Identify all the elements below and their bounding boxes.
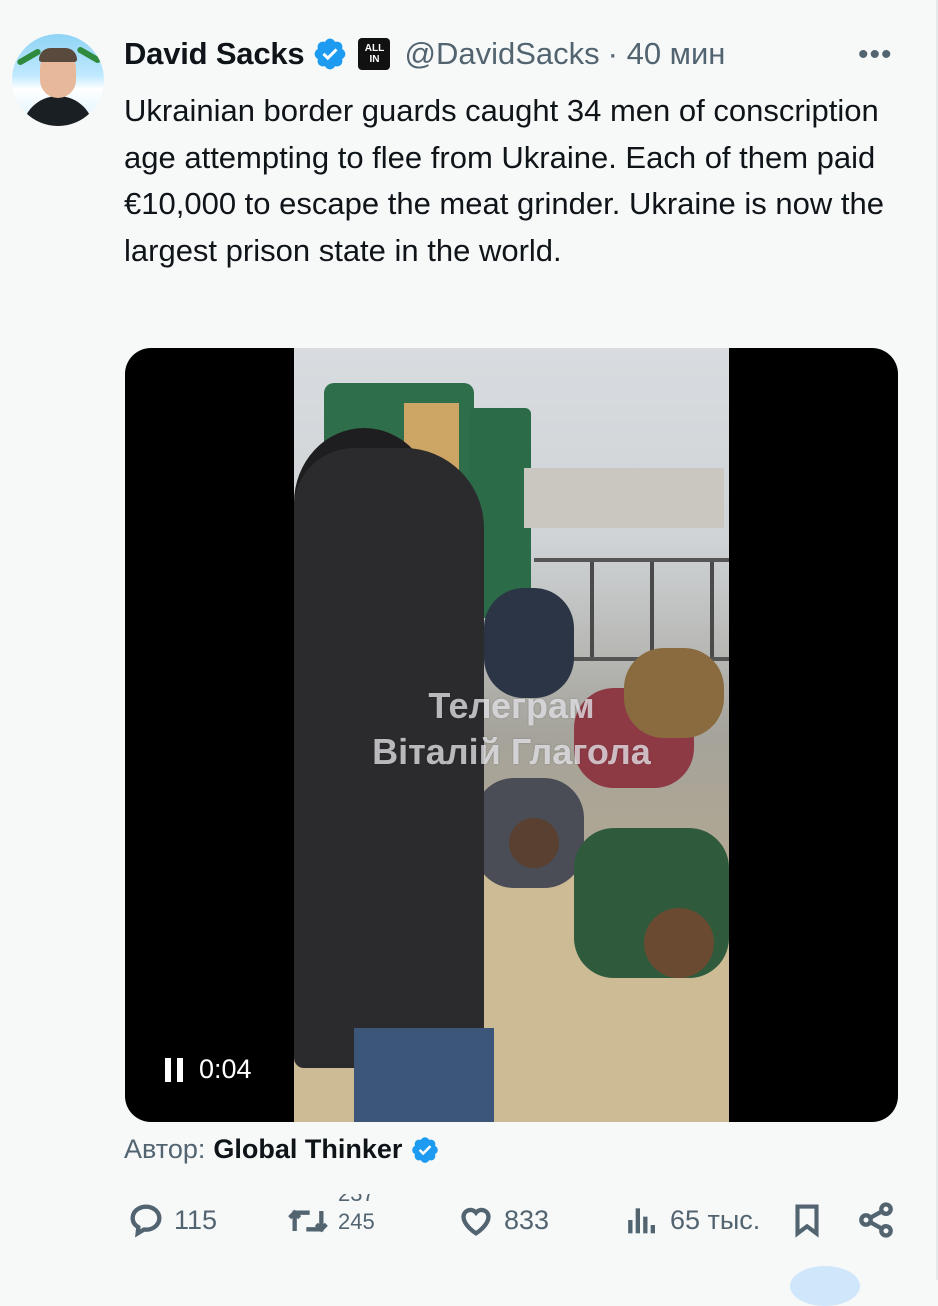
all-in-affiliation-icon[interactable]: ALL IN	[358, 38, 391, 70]
repost-count: 237 245	[338, 1194, 375, 1242]
repost-button[interactable]: 237 245	[286, 1194, 375, 1242]
bookmark-button[interactable]	[788, 1200, 826, 1240]
video-time: 0:04	[199, 1054, 252, 1084]
more-icon[interactable]: •••	[858, 38, 893, 72]
video-attribution: Автор: Global Thinker	[124, 1134, 440, 1165]
repost-icon	[288, 1209, 328, 1233]
repost-count-top: 237	[338, 1194, 375, 1208]
views-icon	[628, 1208, 655, 1234]
attribution-prefix: Автор:	[124, 1134, 206, 1164]
tweet-header: David Sacks ALL IN @DavidSacks · 40 мин	[124, 34, 725, 74]
compose-button-peek[interactable]	[790, 1266, 860, 1306]
author-name[interactable]: David Sacks	[124, 36, 305, 72]
bookmark-icon	[795, 1204, 819, 1238]
pause-icon[interactable]	[165, 1057, 183, 1082]
avatar-background	[76, 45, 102, 65]
reply-icon	[130, 1204, 162, 1238]
tweet-actions: 115 237 245 833 65 тыс.	[0, 1190, 938, 1260]
avatar-hair	[39, 48, 77, 62]
reply-count: 115	[174, 1204, 218, 1235]
share-icon	[859, 1202, 893, 1238]
video-jeans	[354, 1028, 494, 1122]
views-button[interactable]: 65 тыс.	[622, 1200, 760, 1240]
video-watermark: Телеграм Віталій Глагола	[294, 683, 729, 775]
avatar[interactable]	[12, 34, 104, 126]
verified-badge-icon	[315, 38, 346, 70]
watermark-line: Телеграм	[428, 685, 595, 726]
video-person	[484, 588, 574, 698]
video-person	[644, 908, 714, 978]
attribution-name[interactable]: Global Thinker	[213, 1134, 402, 1165]
like-button[interactable]: 833	[456, 1200, 549, 1240]
affiliation-badge-text: ALL	[364, 43, 385, 54]
affiliation-badge-text: IN	[369, 54, 380, 65]
avatar-figure	[22, 96, 94, 126]
like-icon	[461, 1207, 491, 1236]
video-person	[509, 818, 559, 868]
video-controls: 0:04	[165, 1054, 252, 1085]
tweet-timestamp[interactable]: · 40 мин	[608, 36, 726, 72]
reply-button[interactable]: 115	[126, 1200, 217, 1240]
repost-count-bottom: 245	[338, 1209, 375, 1234]
author-handle[interactable]: @DavidSacks	[404, 36, 599, 72]
share-button[interactable]	[856, 1200, 896, 1240]
video-roof	[524, 468, 724, 528]
video-frame: Телеграм Віталій Глагола	[294, 348, 729, 1122]
video-player[interactable]: Телеграм Віталій Глагола 0:04	[125, 348, 898, 1122]
like-count: 833	[504, 1204, 550, 1235]
watermark-line: Віталій Глагола	[372, 731, 651, 772]
avatar-background	[16, 47, 42, 67]
verified-badge-icon	[412, 1136, 439, 1163]
tweet-text: Ukrainian border guards caught 34 men of…	[124, 93, 884, 268]
view-count: 65 тыс.	[670, 1204, 761, 1235]
